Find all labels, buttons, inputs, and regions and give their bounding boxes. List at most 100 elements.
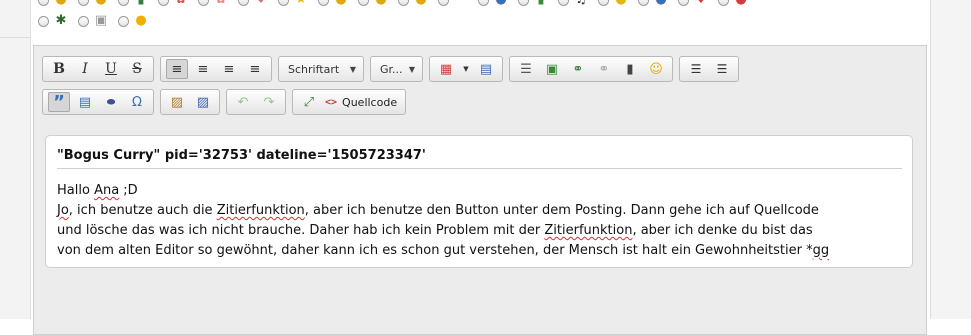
smiley-option[interactable]: ✱	[38, 14, 69, 28]
smiley-option[interactable]: ★	[278, 0, 309, 7]
radio-button[interactable]	[518, 0, 529, 6]
radio-button[interactable]	[238, 0, 249, 6]
image-icon[interactable]: ▣	[541, 59, 563, 79]
star-icon: ★	[293, 0, 309, 7]
misspelled-word: Zitierfunktion	[544, 223, 633, 238]
radio-button[interactable]	[38, 15, 49, 27]
radio-button[interactable]	[558, 0, 569, 6]
editor-content[interactable]: "Bogus Curry" pid='32753' dateline='1505…	[45, 135, 913, 268]
smiley-icon[interactable]: ☺	[645, 59, 667, 79]
special-char-icon[interactable]: Ω	[126, 92, 148, 112]
smiley-option[interactable]: ✿	[198, 0, 229, 7]
smiley-option[interactable]: ▣	[78, 14, 109, 28]
radio-button[interactable]	[358, 0, 369, 6]
smiley-option[interactable]: ●	[638, 0, 669, 7]
radio-button[interactable]	[38, 0, 49, 6]
smiley-option[interactable]: ●	[318, 0, 349, 7]
link-icon[interactable]: ⚭	[567, 59, 589, 79]
smiley-option[interactable]: ●	[118, 14, 149, 28]
left-panel	[0, 0, 31, 319]
text-line: von dem alten Editor so gewöhnt, daher k…	[57, 241, 905, 261]
insert-group: ☰ ▣ ⚭ ⚭ ▮ ☺	[509, 56, 673, 82]
numbered-list-icon[interactable]: ☰	[685, 59, 707, 79]
smiley-option[interactable]: ✿	[158, 0, 189, 7]
chevron-down-icon: ▼	[408, 64, 415, 74]
radio-button[interactable]	[478, 0, 489, 6]
php-icon[interactable]: ⬬	[100, 92, 122, 112]
radio-button[interactable]	[438, 0, 449, 6]
maximize-icon[interactable]: ⤢	[298, 92, 320, 112]
smiley-option[interactable]: ●	[38, 0, 69, 7]
source-label: Quellcode	[342, 95, 398, 109]
help-icon: ●	[653, 0, 669, 7]
warning-icon: ●	[733, 0, 749, 7]
align-left-icon[interactable]: ≡	[166, 59, 188, 79]
music-icon: ♫	[573, 0, 589, 7]
font-family-select[interactable]: Schriftart ▼	[278, 56, 364, 82]
text-color-icon[interactable]: ▦	[435, 59, 457, 79]
radio-button[interactable]	[678, 0, 689, 6]
radio-button[interactable]	[718, 0, 729, 6]
smiley-option[interactable]: ●	[78, 0, 109, 7]
radio-button[interactable]	[598, 0, 609, 6]
smiley-option[interactable]: ♥	[678, 0, 709, 7]
greeting-line: Hallo Ana ;D	[57, 181, 905, 201]
radio-button[interactable]	[198, 0, 209, 6]
strikethrough-button[interactable]: S	[126, 59, 148, 79]
smiley-option[interactable]: ●	[398, 0, 429, 7]
greeting-emote: ;D	[119, 183, 138, 198]
bullet-list-icon[interactable]: ☰	[711, 59, 733, 79]
remove-format-icon[interactable]: ▤	[475, 59, 497, 79]
smiley-option[interactable]: ●	[478, 0, 509, 7]
radio-button[interactable]	[318, 0, 329, 6]
undo-icon[interactable]: ↶	[232, 92, 254, 112]
rose-icon: ✿	[213, 0, 229, 7]
misspelled-word: Jo	[57, 203, 69, 218]
unlink-icon[interactable]: ⚭	[593, 59, 615, 79]
underline-button[interactable]: U	[100, 59, 122, 79]
redo-icon[interactable]: ↷	[258, 92, 280, 112]
smiley-option[interactable]: ◠	[438, 0, 469, 7]
radio-button[interactable]	[398, 0, 409, 6]
smiley-option[interactable]: ●	[598, 0, 629, 7]
align-justify-icon[interactable]: ≡	[244, 59, 266, 79]
post-text: Hallo Ana ;D Jo, ich benutze auch die Zi…	[57, 181, 905, 261]
italic-button[interactable]: I	[74, 59, 96, 79]
bold-button[interactable]: B	[48, 59, 70, 79]
paste-text-icon[interactable]: ▨	[166, 92, 188, 112]
radio-button[interactable]	[118, 0, 129, 6]
smiley-option[interactable]: ♫	[558, 0, 589, 7]
radio-button[interactable]	[158, 0, 169, 6]
text-span: , aber ich benutze den Button unter dem …	[304, 203, 819, 218]
smiley-option[interactable]: ●	[358, 0, 389, 7]
text-line: Jo, ich benutze auch die Zitierfunktion,…	[57, 201, 905, 221]
quote-icon[interactable]: ”	[48, 92, 70, 113]
align-group: ≡ ≡ ≡ ≡	[160, 56, 272, 82]
heart-icon: ♥	[253, 0, 269, 7]
align-right-icon[interactable]: ≡	[218, 59, 240, 79]
radio-button[interactable]	[638, 0, 649, 6]
smiley-icon: ●	[53, 0, 69, 7]
paste-group: ▨ ▨	[160, 89, 220, 115]
smiley-option[interactable]: ♥	[238, 0, 269, 7]
smiley-option[interactable]: ▮	[118, 0, 149, 7]
greeting-text: Hallo	[57, 183, 95, 198]
smiley-option[interactable]: ●	[718, 0, 749, 7]
grin-icon: ●	[373, 0, 389, 7]
paste-word-icon[interactable]: ▨	[192, 92, 214, 112]
smiley-option[interactable]: ▮	[518, 0, 549, 7]
smiley-row-1: ● ● ▮ ✿ ✿ ♥ ★ ● ● ● ◠ ● ▮ ♫ ● ● ♥ ●	[38, 0, 758, 10]
radio-button[interactable]	[78, 15, 89, 27]
font-size-select[interactable]: Gr... ▼	[370, 56, 423, 82]
radio-button[interactable]	[78, 0, 89, 6]
video-icon[interactable]: ▮	[619, 59, 641, 79]
chevron-down-icon[interactable]: ▼	[461, 59, 471, 79]
text-line: und lösche das was ich nicht brauche. Da…	[57, 221, 905, 241]
horizontal-rule-icon[interactable]: ☰	[515, 59, 537, 79]
align-center-icon[interactable]: ≡	[192, 59, 214, 79]
radio-button[interactable]	[278, 0, 289, 6]
source-button[interactable]: <> Quellcode	[322, 96, 402, 109]
right-panel	[930, 0, 971, 319]
radio-button[interactable]	[118, 15, 129, 27]
code-icon[interactable]: ▤	[74, 92, 96, 112]
